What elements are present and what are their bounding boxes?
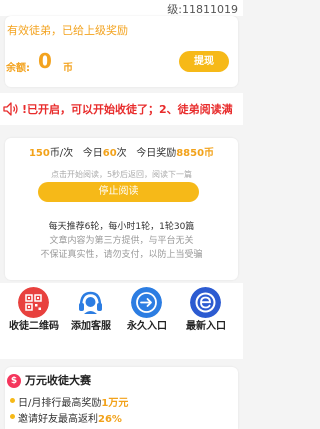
stop-reading-button[interactable]: 停止阅读 — [38, 182, 199, 202]
today-label: 今日 — [82, 148, 103, 159]
disclaimer-line-2: 不保证真实性，请勿支付，以防上当受骗 — [40, 250, 203, 260]
balance-unit: 币 — [63, 63, 73, 74]
today-count: 60 — [102, 148, 117, 159]
per-read-unit: 币/次 — [49, 148, 74, 159]
disclaimer-line-1: 文章内容为第三方提供，与平台无关 — [49, 236, 194, 246]
speaker-icon — [3, 102, 18, 116]
top-bar: 级:11811019 — [0, 0, 243, 16]
contest-card: $ 万元收徒大赛 日/月排行最高奖励1万元 邀请好友最高返利26% — [5, 367, 238, 429]
coins-per-read: 150 — [28, 148, 50, 159]
permanent-entry-label: 永久入口 — [127, 321, 167, 332]
customer-service-label: 添加客服 — [71, 321, 111, 332]
bullet-dot — [10, 414, 15, 419]
notice-bar: !已开启，可以开始收徒了；2、徒弟阅读满 — [0, 93, 243, 125]
balance-value: 0 — [38, 49, 52, 73]
reading-hint: 点击开始阅读，5秒后返回，阅读下一篇 — [50, 170, 193, 179]
today-reward-unit: 币 — [204, 148, 215, 159]
reading-card: 150币/次 今日60次 今日奖励8850币 点击开始阅读，5秒后返回，阅读下一… — [5, 138, 238, 280]
invite-reward-note: 有效徒弟，已给上级奖励 — [7, 24, 128, 37]
rebate-text: 邀请好友最高返利 — [18, 414, 98, 425]
today-reward: 8850 — [176, 148, 205, 159]
latest-entry-label: 最新入口 — [186, 321, 226, 332]
qrcode-icon — [18, 287, 49, 318]
bullet-dot — [10, 398, 15, 403]
arrow-right-icon — [131, 287, 162, 318]
contest-title: 万元收徒大赛 — [25, 374, 91, 387]
notice-text: !已开启，可以开始收徒了；2、徒弟阅读满 — [22, 103, 233, 116]
action-grid: 收徒二维码 添加客服 永久入口 最新入口 — [0, 283, 243, 359]
contest-rank-reward: 日/月排行最高奖励1万元 — [18, 394, 128, 409]
money-icon: $ — [7, 374, 21, 388]
reward-card: 有效徒弟，已给上级奖励 余额: 0 币 提现 — [5, 16, 238, 87]
rank-reward-amount: 1万元 — [101, 398, 129, 409]
today-reward-label: 今日奖励 — [136, 148, 177, 159]
daily-rule: 每天推荐6轮，每小时1轮，1轮30篇 — [48, 222, 195, 232]
balance-label: 余额: — [6, 63, 30, 74]
qrcode-label: 收徒二维码 — [9, 321, 59, 332]
withdraw-button[interactable]: 提现 — [179, 51, 229, 72]
rebate-amount: 26% — [98, 414, 122, 425]
contest-rebate: 邀请好友最高返利26% — [18, 410, 122, 425]
letter-e-icon — [190, 287, 221, 318]
rank-reward-text: 日/月排行最高奖励 — [18, 398, 102, 409]
headset-icon — [75, 287, 106, 318]
reading-stats: 150币/次 今日60次 今日奖励8850币 — [5, 144, 238, 159]
user-level: 级:11811019 — [167, 3, 238, 16]
today-count-unit: 次 — [116, 148, 127, 159]
